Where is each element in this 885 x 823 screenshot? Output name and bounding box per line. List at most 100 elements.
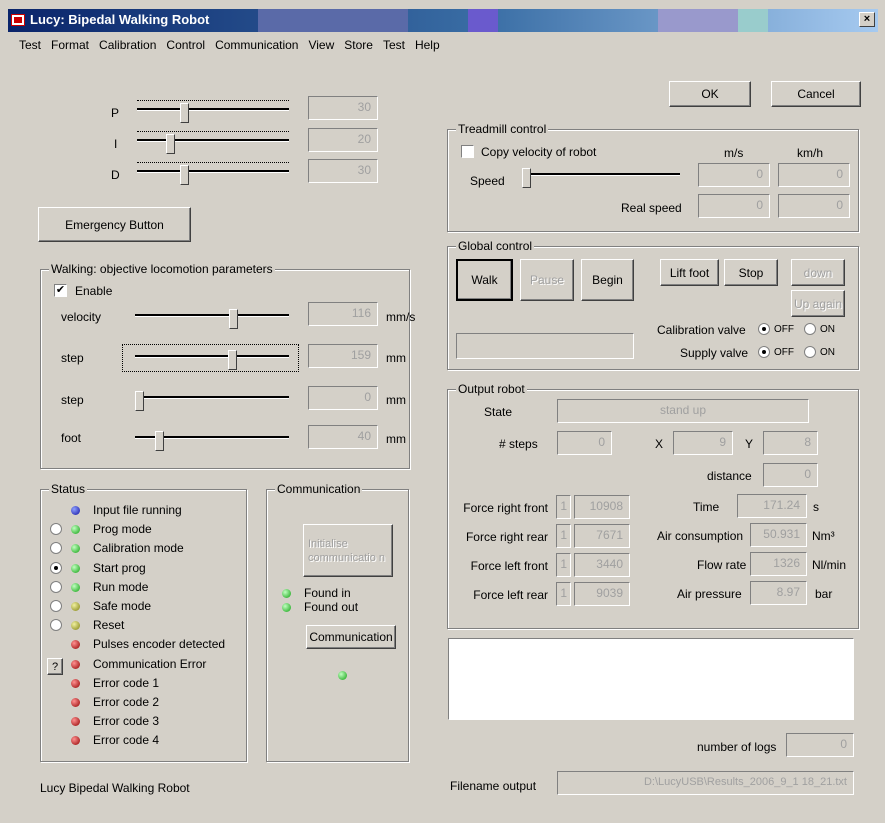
down-button[interactable]: down bbox=[791, 259, 845, 286]
menu-calibration[interactable]: Calibration bbox=[94, 38, 161, 56]
menu-view[interactable]: View bbox=[303, 38, 339, 56]
force-value-field[interactable]: 10908 bbox=[574, 495, 630, 519]
force-index-field[interactable]: 1 bbox=[556, 495, 571, 519]
stop-button[interactable]: Stop bbox=[724, 259, 778, 286]
speed-ms-field[interactable]: 0 bbox=[698, 163, 770, 187]
d-field[interactable]: 30 bbox=[308, 159, 378, 183]
filename-field[interactable]: D:\LucyUSB\Results_2006_9_1 18_21.txt bbox=[557, 771, 854, 795]
help-button[interactable]: ? bbox=[47, 658, 63, 675]
step-2-label: step bbox=[61, 393, 84, 407]
real-speed-label: Real speed bbox=[621, 201, 682, 215]
emergency-button[interactable]: Emergency Button bbox=[38, 207, 191, 242]
status-led bbox=[71, 678, 80, 688]
p-slider[interactable] bbox=[137, 100, 289, 125]
step-field[interactable]: 159 bbox=[308, 344, 378, 368]
foot-label: foot bbox=[61, 431, 82, 445]
force-index-field[interactable]: 1 bbox=[556, 524, 571, 548]
menu-test[interactable]: Test bbox=[14, 38, 46, 56]
p-field[interactable]: 30 bbox=[308, 96, 378, 120]
velocity-field[interactable]: 116 bbox=[308, 302, 378, 326]
ok-button[interactable]: OK bbox=[669, 81, 751, 107]
i-label: I bbox=[114, 137, 118, 151]
menu-control[interactable]: Control bbox=[161, 38, 210, 56]
begin-button[interactable]: Begin bbox=[581, 259, 634, 301]
force-value-field[interactable]: 9039 bbox=[574, 582, 630, 606]
i-field[interactable]: 20 bbox=[308, 128, 378, 152]
state-field[interactable]: stand up bbox=[557, 399, 809, 423]
status-radio[interactable] bbox=[50, 580, 62, 593]
up-again-button[interactable]: Up again bbox=[791, 290, 845, 317]
force-index-field[interactable]: 1 bbox=[556, 553, 571, 577]
menu-format[interactable]: Format bbox=[46, 38, 94, 56]
d-slider[interactable] bbox=[137, 162, 289, 187]
pause-button[interactable]: Pause bbox=[520, 259, 574, 301]
status-led bbox=[71, 563, 80, 573]
y-field[interactable]: 8 bbox=[763, 431, 818, 455]
menu-store[interactable]: Store bbox=[339, 38, 378, 56]
supply-valve-on-label: ON bbox=[820, 347, 835, 358]
menu-bar: Test Format Calibration Control Communic… bbox=[14, 38, 445, 56]
supply-valve-off-radio[interactable] bbox=[758, 346, 770, 358]
status-item-label: Calibration mode bbox=[93, 541, 184, 556]
time-label: Time bbox=[693, 500, 720, 514]
time-field[interactable]: 171.24 bbox=[737, 494, 807, 518]
force-label: Force right rear bbox=[465, 530, 548, 544]
walking-group-title: Walking: objective locomotion parameters bbox=[49, 262, 275, 276]
force-index-field[interactable]: 1 bbox=[556, 582, 571, 606]
velocity-label: velocity bbox=[61, 310, 102, 324]
air-pressure-field[interactable]: 8.97 bbox=[750, 581, 807, 605]
lift-foot-button[interactable]: Lift foot bbox=[660, 259, 719, 286]
velocity-slider[interactable] bbox=[135, 309, 289, 331]
status-radio[interactable] bbox=[50, 561, 62, 574]
force-value-field[interactable]: 7671 bbox=[574, 524, 630, 548]
menu-help[interactable]: Help bbox=[410, 38, 445, 56]
enable-label: Enable bbox=[75, 284, 113, 298]
speed-slider[interactable] bbox=[522, 168, 680, 190]
walk-button[interactable]: Walk bbox=[456, 259, 513, 301]
force-value-field[interactable]: 3440 bbox=[574, 553, 630, 577]
menu-test-2[interactable]: Test bbox=[378, 38, 410, 56]
air-pressure-label: Air pressure bbox=[677, 587, 742, 601]
step-2-field[interactable]: 0 bbox=[308, 386, 378, 410]
real-speed-ms-field[interactable]: 0 bbox=[698, 194, 770, 218]
footer-label: Lucy Bipedal Walking Robot bbox=[40, 781, 190, 795]
number-of-logs-label: number of logs bbox=[697, 740, 777, 754]
steps-field[interactable]: 0 bbox=[557, 431, 612, 455]
communication-button[interactable]: Communication bbox=[306, 625, 396, 649]
number-of-logs-field[interactable]: 0 bbox=[786, 733, 854, 757]
status-led bbox=[71, 698, 80, 707]
found-out-led bbox=[282, 603, 291, 612]
flow-rate-field[interactable]: 1326 bbox=[750, 552, 807, 576]
menu-communication[interactable]: Communication bbox=[210, 38, 303, 56]
global-status-field[interactable] bbox=[456, 333, 634, 359]
status-item-label: Error code 2 bbox=[93, 695, 160, 709]
speed-kmh-field[interactable]: 0 bbox=[778, 163, 850, 187]
status-radio[interactable] bbox=[50, 600, 62, 612]
cancel-button[interactable]: Cancel bbox=[771, 81, 861, 107]
calibration-valve-off-radio[interactable] bbox=[758, 323, 770, 335]
window-title: Lucy: Bipedal Walking Robot bbox=[30, 12, 210, 27]
step-slider[interactable] bbox=[135, 350, 289, 372]
title-bar[interactable]: Lucy: Bipedal Walking Robot × bbox=[8, 9, 878, 32]
air-consumption-field[interactable]: 50.931 bbox=[750, 523, 807, 547]
foot-field[interactable]: 40 bbox=[308, 425, 378, 449]
real-speed-kmh-field[interactable]: 0 bbox=[778, 194, 850, 218]
copy-velocity-checkbox[interactable] bbox=[461, 145, 474, 158]
close-button[interactable]: × bbox=[859, 12, 875, 27]
step-2-slider[interactable] bbox=[135, 391, 289, 413]
status-item-label: Error code 3 bbox=[93, 714, 160, 729]
distance-field[interactable]: 0 bbox=[763, 463, 818, 487]
enable-checkbox[interactable]: ✔ bbox=[54, 284, 67, 297]
log-textarea[interactable] bbox=[448, 638, 854, 720]
initialise-communication-button[interactable]: Initialise communicatio n bbox=[303, 524, 393, 577]
foot-slider[interactable] bbox=[135, 431, 289, 453]
calibration-valve-on-radio[interactable] bbox=[804, 323, 816, 335]
status-item-label: Error code 1 bbox=[93, 675, 160, 690]
i-slider[interactable] bbox=[137, 131, 289, 156]
status-item-label: Prog mode bbox=[93, 522, 152, 537]
status-led bbox=[71, 582, 80, 592]
supply-valve-on-radio[interactable] bbox=[804, 346, 816, 358]
status-group-title: Status bbox=[49, 482, 88, 496]
x-field[interactable]: 9 bbox=[673, 431, 733, 455]
speed-label: Speed bbox=[470, 174, 505, 188]
